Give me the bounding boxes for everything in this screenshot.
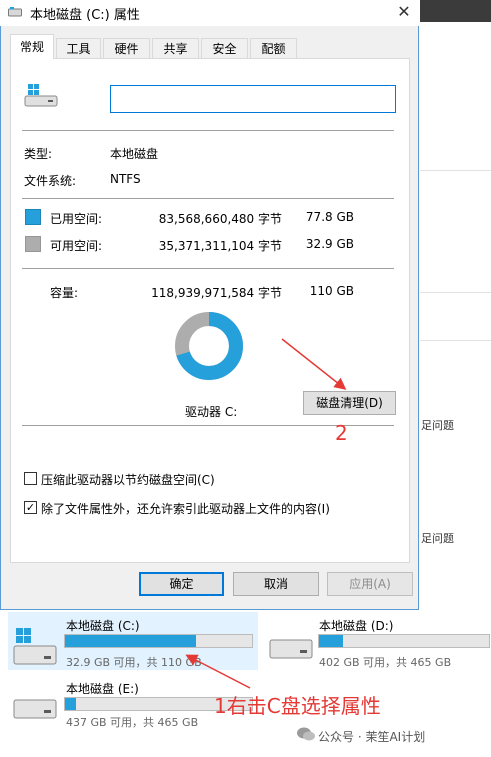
drive-d-usage-text: 402 GB 可用，共 465 GB (319, 656, 452, 669)
drive-c-usage-text: 32.9 GB 可用，共 110 GB (66, 656, 202, 669)
free-space-size: 32.9 GB (305, 237, 354, 251)
drive-c-usage-bar (64, 634, 253, 648)
hard-drive-icon (24, 84, 58, 107)
disk-cleanup-button[interactable]: 磁盘清理(D) (303, 391, 396, 415)
drive-c-usage-fill (65, 635, 196, 647)
divider (22, 268, 394, 269)
compress-checkbox[interactable] (24, 472, 37, 485)
wechat-icon (297, 727, 315, 741)
index-checkbox[interactable]: ✓ (24, 501, 37, 514)
hard-drive-icon (13, 628, 57, 665)
hard-drive-icon (13, 699, 57, 719)
explorer-background (420, 0, 491, 610)
drive-d-usage-bar (318, 634, 490, 648)
tab-hardware[interactable]: 硬件 (103, 38, 150, 58)
tab-sharing[interactable]: 共享 (152, 38, 199, 58)
divider (22, 130, 394, 131)
hard-drive-icon (8, 7, 22, 17)
used-space-label: 已用空间: (50, 212, 103, 226)
annotation-step-1: 1右击C盘选择属性 (214, 694, 381, 718)
free-space-bytes: 35,371,311,104 字节 (158, 239, 282, 253)
drive-e-name[interactable]: 本地磁盘 (E:) (66, 680, 139, 697)
annotation-step-2: 2 (335, 421, 348, 445)
drive-letter-label: 驱动器 C: (185, 405, 238, 419)
capacity-size: 110 GB (309, 284, 354, 298)
capacity-bytes: 118,939,971,584 字节 (151, 286, 282, 300)
drive-e-usage-text: 437 GB 可用，共 465 GB (66, 716, 199, 729)
watermark-text: 公众号 · 茉笙AI计划 (318, 730, 426, 744)
tab-general[interactable]: 常规 (10, 34, 54, 59)
usage-donut-chart (175, 312, 243, 380)
index-label: 除了文件属性外，还允许索引此驱动器上文件的内容(I) (41, 502, 330, 516)
used-space-size: 77.8 GB (305, 210, 354, 224)
divider (22, 198, 394, 199)
explorer-titlebar (420, 0, 491, 22)
explorer-divider (420, 170, 491, 171)
used-space-bytes: 83,568,660,480 字节 (158, 212, 282, 226)
close-icon[interactable]: ✕ (394, 2, 414, 21)
tab-quota[interactable]: 配额 (250, 38, 297, 58)
hard-drive-icon (269, 639, 313, 659)
filesystem-value: NTFS (110, 172, 141, 186)
used-space-swatch (25, 209, 41, 225)
drive-d-usage-fill (319, 635, 343, 647)
volume-name-input[interactable] (110, 85, 396, 113)
type-value: 本地磁盘 (110, 147, 159, 161)
drive-d-name[interactable]: 本地磁盘 (D:) (319, 617, 393, 634)
ok-button[interactable]: 确定 (139, 572, 224, 596)
explorer-snippet: 足问题 (421, 532, 454, 545)
capacity-label: 容量: (50, 286, 79, 300)
free-space-swatch (25, 236, 41, 252)
explorer-divider (420, 292, 491, 293)
drive-e-usage-fill (65, 698, 77, 710)
tab-tools[interactable]: 工具 (56, 38, 101, 58)
apply-button[interactable]: 应用(A) (327, 572, 413, 596)
dialog-title: 本地磁盘 (C:) 属性 (30, 8, 140, 23)
filesystem-label: 文件系统: (24, 174, 77, 188)
cancel-button[interactable]: 取消 (233, 572, 319, 596)
explorer-snippet: 足问题 (421, 419, 454, 432)
type-label: 类型: (24, 147, 53, 161)
drive-c-name[interactable]: 本地磁盘 (C:) (66, 617, 140, 634)
free-space-label: 可用空间: (50, 239, 103, 253)
tab-security[interactable]: 安全 (201, 38, 248, 58)
explorer-divider (420, 340, 491, 341)
compress-label: 压缩此驱动器以节约磁盘空间(C) (41, 473, 215, 487)
